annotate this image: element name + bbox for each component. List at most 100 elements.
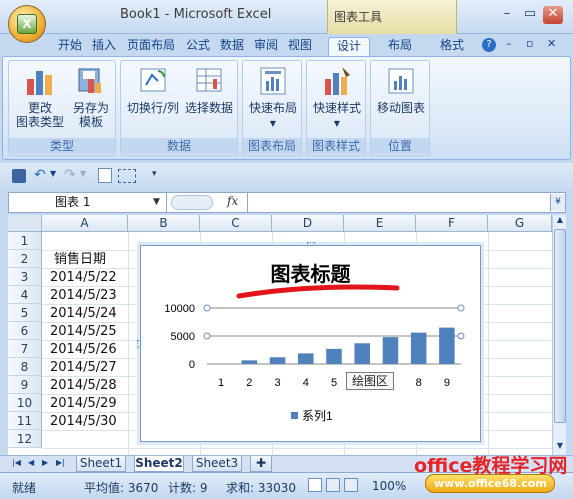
print-preview-icon[interactable] xyxy=(98,168,112,183)
row-header-9[interactable]: 9 xyxy=(8,376,42,394)
tab-data[interactable]: 数据 xyxy=(218,37,246,56)
group-type-label: 类型 xyxy=(9,138,115,154)
minimize-icon[interactable]: – xyxy=(497,6,517,24)
column-header-b[interactable]: B xyxy=(128,215,200,232)
redo-icon[interactable]: ↷ xyxy=(64,167,76,183)
formula-divider xyxy=(247,193,248,212)
move-chart-button[interactable]: 移动图表 xyxy=(373,65,429,115)
cell-a11[interactable]: 2014/5/30 xyxy=(50,413,117,431)
sheet-tab-3[interactable]: Sheet3 xyxy=(192,456,242,472)
chart-object[interactable]: 图表标题 0500010000123456789系列1 绘图区 xyxy=(137,242,481,442)
plot-area[interactable]: 0500010000123456789系列1 xyxy=(164,303,465,423)
row-header-11[interactable]: 11 xyxy=(8,412,42,430)
row-header-8[interactable]: 8 xyxy=(8,358,42,376)
bar-8 xyxy=(410,332,427,364)
undo-dropdown-icon[interactable]: ▼ xyxy=(50,169,56,178)
cell-a4[interactable]: 2014/5/23 xyxy=(50,287,117,305)
resize-handle-top[interactable] xyxy=(307,242,315,246)
maximize-icon[interactable]: ▭ xyxy=(520,6,540,24)
select-objects-icon[interactable] xyxy=(118,169,136,183)
column-header-d[interactable]: D xyxy=(272,215,344,232)
ribbon-restore-icon[interactable]: ▫ xyxy=(526,37,533,50)
page-break-view-icon[interactable] xyxy=(344,478,358,492)
tab-page-layout[interactable]: 页面布局 xyxy=(124,37,178,56)
customize-qat-icon[interactable]: ▾ xyxy=(152,169,157,179)
bar-chart-icon xyxy=(25,65,55,97)
column-header-e[interactable]: E xyxy=(344,215,416,232)
scroll-up-icon[interactable]: ▲ xyxy=(554,215,566,227)
formula-bar-expand-icon[interactable]: ¥ xyxy=(550,194,565,211)
name-box-value: 图表 1 xyxy=(55,195,91,209)
page-layout-view-icon[interactable] xyxy=(326,478,340,492)
name-box[interactable]: 图表 1 ▼ xyxy=(9,193,167,212)
change-chart-type-button[interactable]: 更改 图表类型 xyxy=(15,65,65,129)
save-as-template-button[interactable]: 另存为 模板 xyxy=(69,65,113,129)
sheet-tab-1[interactable]: Sheet1 xyxy=(76,456,126,472)
cell-a8[interactable]: 2014/5/27 xyxy=(50,359,117,377)
row-header-5[interactable]: 5 xyxy=(8,304,42,322)
quick-layout-button[interactable]: 快速布局 ▼ xyxy=(245,65,301,131)
scroll-thumb[interactable] xyxy=(554,229,566,423)
row-header-7[interactable]: 7 xyxy=(8,340,42,358)
first-sheet-icon[interactable]: |◀ xyxy=(12,458,21,467)
quick-styles-button[interactable]: 快速样式 ▼ xyxy=(309,65,365,131)
tab-design[interactable]: 设计 xyxy=(328,37,370,56)
select-all-corner[interactable] xyxy=(8,215,42,232)
tab-formulas[interactable]: 公式 xyxy=(184,37,212,56)
row-header-3[interactable]: 3 xyxy=(8,268,42,286)
column-header-a[interactable]: A xyxy=(42,215,128,232)
x-tick-label: 9 xyxy=(444,377,450,389)
plot-area-handle xyxy=(203,332,211,340)
prev-sheet-icon[interactable]: ◀ xyxy=(28,458,34,467)
zoom-level[interactable]: 100% xyxy=(372,479,406,493)
help-icon[interactable]: ? xyxy=(482,38,496,52)
switch-row-column-label: 切换行/列 xyxy=(126,101,180,115)
tab-insert[interactable]: 插入 xyxy=(90,37,118,56)
save-icon[interactable] xyxy=(12,169,26,183)
row-header-6[interactable]: 6 xyxy=(8,322,42,340)
cell-a9[interactable]: 2014/5/28 xyxy=(50,377,117,395)
cell-a7[interactable]: 2014/5/26 xyxy=(50,341,117,359)
row-header-12[interactable]: 12 xyxy=(8,430,42,448)
switch-row-column-button[interactable]: 切换行/列 xyxy=(125,65,181,115)
tab-view[interactable]: 视图 xyxy=(286,37,314,56)
group-chart-styles-label: 图表样式 xyxy=(307,138,365,154)
select-data-button[interactable]: 选择数据 xyxy=(181,65,237,115)
next-sheet-icon[interactable]: ▶ xyxy=(42,458,48,467)
column-header-c[interactable]: C xyxy=(200,215,272,232)
name-box-dropdown-icon[interactable]: ▼ xyxy=(153,193,160,212)
resize-handle-left[interactable] xyxy=(137,340,141,348)
tab-format[interactable]: 格式 xyxy=(436,37,468,56)
column-header-g[interactable]: G xyxy=(488,215,552,232)
cell-a3[interactable]: 2014/5/22 xyxy=(50,269,117,287)
insert-sheet-icon[interactable]: ✚ xyxy=(250,456,272,472)
tab-layout[interactable]: 布局 xyxy=(384,37,416,56)
ribbon-close-icon[interactable]: ✕ xyxy=(547,37,556,50)
undo-icon[interactable]: ↶ xyxy=(34,167,46,183)
formula-bar: 图表 1 ▼ fx ¥ xyxy=(8,192,566,213)
x-tick-label: 1 xyxy=(218,377,224,389)
quick-styles-label: 快速样式 xyxy=(312,101,361,115)
cell-a5[interactable]: 2014/5/24 xyxy=(50,305,117,323)
row-header-1[interactable]: 1 xyxy=(8,232,42,250)
cell-a2[interactable]: 销售日期 xyxy=(54,251,106,269)
row-header-10[interactable]: 10 xyxy=(8,394,42,412)
ribbon-minimize-icon[interactable]: – xyxy=(506,37,512,50)
formula-expand-handle[interactable] xyxy=(171,195,213,210)
row-header-2[interactable]: 2 xyxy=(8,250,42,268)
normal-view-icon[interactable] xyxy=(308,478,322,492)
fx-icon[interactable]: fx xyxy=(227,194,238,208)
row-header-4[interactable]: 4 xyxy=(8,286,42,304)
close-icon[interactable]: ✕ xyxy=(543,6,563,24)
y-tick-label: 10000 xyxy=(164,303,195,315)
cell-a6[interactable]: 2014/5/25 xyxy=(50,323,117,341)
tab-home[interactable]: 开始 xyxy=(56,37,84,56)
redo-dropdown-icon[interactable]: ▼ xyxy=(80,169,86,178)
tab-review[interactable]: 审阅 xyxy=(252,37,280,56)
office-button[interactable]: X xyxy=(8,5,46,43)
sheet-tab-2[interactable]: Sheet2 xyxy=(134,456,184,472)
vertical-scrollbar[interactable]: ▲ ▼ xyxy=(552,215,566,455)
last-sheet-icon[interactable]: ▶| xyxy=(56,458,65,467)
column-header-f[interactable]: F xyxy=(416,215,488,232)
cell-a10[interactable]: 2014/5/29 xyxy=(50,395,117,413)
